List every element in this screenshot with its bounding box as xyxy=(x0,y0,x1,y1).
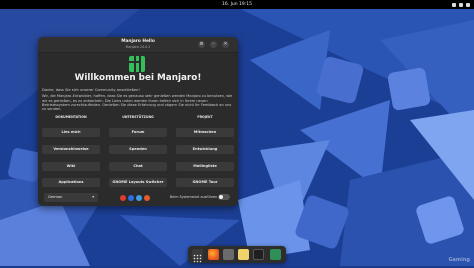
toggle-knob xyxy=(219,195,223,199)
language-select[interactable]: German ▾ xyxy=(44,193,98,202)
twitter-icon[interactable] xyxy=(136,195,142,201)
dock xyxy=(188,246,286,263)
reddit-icon[interactable] xyxy=(144,195,150,201)
system-tray[interactable] xyxy=(452,0,470,9)
text-editor-icon[interactable] xyxy=(238,249,249,260)
clock[interactable]: 16. Jun 19:15 xyxy=(0,0,474,9)
intro-paragraph-1: Danke, dass Sie sich unserer Community a… xyxy=(42,88,140,92)
watermark: Gaming xyxy=(448,257,470,263)
window-footer: German ▾ Beim Systemstart ausführen xyxy=(38,189,238,206)
autostart-label: Beim Systemstart ausführen xyxy=(170,195,218,199)
window-title: Manjaro Hello xyxy=(121,39,155,44)
chat-button[interactable]: Chat xyxy=(109,162,167,171)
column-header-documentation: DOKUMENTATION xyxy=(55,115,87,119)
wiki-button[interactable]: Wiki xyxy=(42,162,100,171)
settings-icon[interactable]: ⚙ xyxy=(198,41,205,48)
development-button[interactable]: Entwicklung xyxy=(176,145,234,154)
window-subtitle: Manjaro 24.0.2 xyxy=(125,45,151,49)
chevron-down-icon: ▾ xyxy=(92,195,94,199)
intro-paragraph-2: Wir, die Manjaro-Entwickler, hoffen, das… xyxy=(42,94,233,112)
readme-button[interactable]: Lies mich xyxy=(42,128,100,137)
gnome-layouts-switcher-button[interactable]: GNOME Layouts Switcher xyxy=(109,178,167,187)
intro-text: Danke, dass Sie sich unserer Community a… xyxy=(42,88,234,113)
close-icon[interactable]: ✕ xyxy=(222,41,229,48)
column-header-support: UNTERSTÜTZUNG xyxy=(122,115,154,119)
files-icon[interactable] xyxy=(223,249,234,260)
volume-icon xyxy=(459,2,463,7)
forum-button[interactable]: Forum xyxy=(109,128,167,137)
network-icon xyxy=(452,2,456,7)
terminal-icon[interactable] xyxy=(253,249,264,260)
gnome-tour-button[interactable]: GNOME Tour xyxy=(176,178,234,187)
youtube-icon[interactable] xyxy=(120,195,126,201)
top-bar: 16. Jun 19:15 xyxy=(0,0,474,9)
manjaro-logo-icon xyxy=(129,56,145,72)
mailing-list-button[interactable]: Mailingliste xyxy=(176,162,234,171)
applications-button[interactable]: Applications xyxy=(42,178,100,187)
release-notes-button[interactable]: Versionshinweise xyxy=(42,145,100,154)
app-grid-icon[interactable] xyxy=(192,249,203,263)
language-value: German xyxy=(48,195,63,199)
firefox-icon[interactable] xyxy=(208,249,219,260)
welcome-heading: Willkommen bei Manjaro! xyxy=(74,73,202,83)
power-icon xyxy=(466,2,470,7)
get-involved-button[interactable]: Mitmachen xyxy=(176,128,234,137)
minimize-icon[interactable]: – xyxy=(210,41,217,48)
manjaro-hello-icon[interactable] xyxy=(270,249,281,260)
manjaro-hello-window: Manjaro Hello Manjaro 24.0.2 ⚙ – ✕ Willk… xyxy=(38,37,238,206)
window-header: Manjaro Hello Manjaro 24.0.2 ⚙ – ✕ xyxy=(38,37,238,53)
donate-button[interactable]: Spenden xyxy=(109,145,167,154)
column-header-project: PROJEKT xyxy=(197,115,213,119)
facebook-icon[interactable] xyxy=(128,195,134,201)
autostart-toggle[interactable] xyxy=(218,194,230,200)
